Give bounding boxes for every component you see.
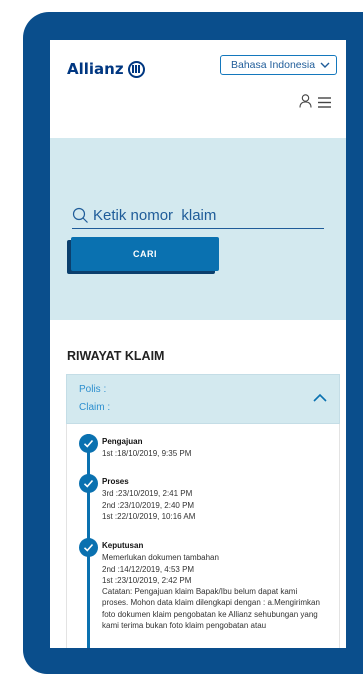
claim-accordion-header[interactable]: Polis : Claim : (66, 374, 340, 424)
step-line: kami terima bukan foto klaim pengobatan … (102, 621, 267, 631)
check-circle-icon (79, 434, 98, 453)
search-icon (72, 207, 88, 223)
step-line: 2nd :23/10/2019, 2:40 PM (102, 500, 195, 510)
step-line: proses. Mohon data klaim dilengkapi deng… (102, 598, 320, 608)
step-line: Memerlukan dokumen tambahan (102, 553, 219, 563)
step-line: 1st :23/10/2019, 2:42 PM (102, 575, 192, 585)
claim-history-title: RIWAYAT KLAIM (67, 349, 165, 363)
step-line: 1st :18/10/2019, 9:35 PM (102, 449, 192, 459)
site-header: Allianz Bahasa Indonesia (50, 40, 346, 128)
step-title: Pengajuan (102, 437, 143, 446)
claim-number-input[interactable] (93, 206, 313, 224)
language-selector[interactable]: Bahasa Indonesia (220, 55, 337, 75)
search-button[interactable]: CARI (71, 237, 219, 271)
app-screen: Allianz Bahasa Indonesia CARI (50, 40, 346, 648)
step-line: Catatan: Pengajuan klaim Bapak/Ibu belum… (102, 587, 298, 597)
check-circle-icon (79, 474, 98, 493)
check-circle-icon (79, 538, 98, 557)
step-title: Proses (102, 477, 129, 486)
step-line: 2nd :14/12/2019, 4:53 PM (102, 564, 195, 574)
allianz-logo[interactable]: Allianz (67, 60, 145, 78)
hamburger-menu-icon[interactable] (318, 97, 331, 108)
user-icon[interactable] (299, 94, 312, 108)
step-line: 3rd :23/10/2019, 2:41 PM (102, 489, 193, 499)
claim-timeline: Pengajuan 1st :18/10/2019, 9:35 PM Prose… (66, 424, 340, 648)
claim-search-field (72, 202, 324, 229)
language-label: Bahasa Indonesia (231, 59, 316, 71)
step-line: foto dokumen klaim pengobatan ke Allianz… (102, 609, 318, 619)
step-line: 1st :22/10/2019, 10:16 AM (102, 511, 196, 521)
step-title: Keputusan (102, 541, 144, 550)
polis-label: Polis : (79, 384, 107, 395)
chevron-down-icon (320, 62, 330, 68)
claim-search-section: CARI (50, 138, 346, 320)
claim-label: Claim : (79, 402, 111, 413)
logo-text: Allianz (67, 60, 124, 78)
allianz-eagle-icon (127, 60, 145, 78)
chevron-up-icon[interactable] (313, 393, 327, 402)
